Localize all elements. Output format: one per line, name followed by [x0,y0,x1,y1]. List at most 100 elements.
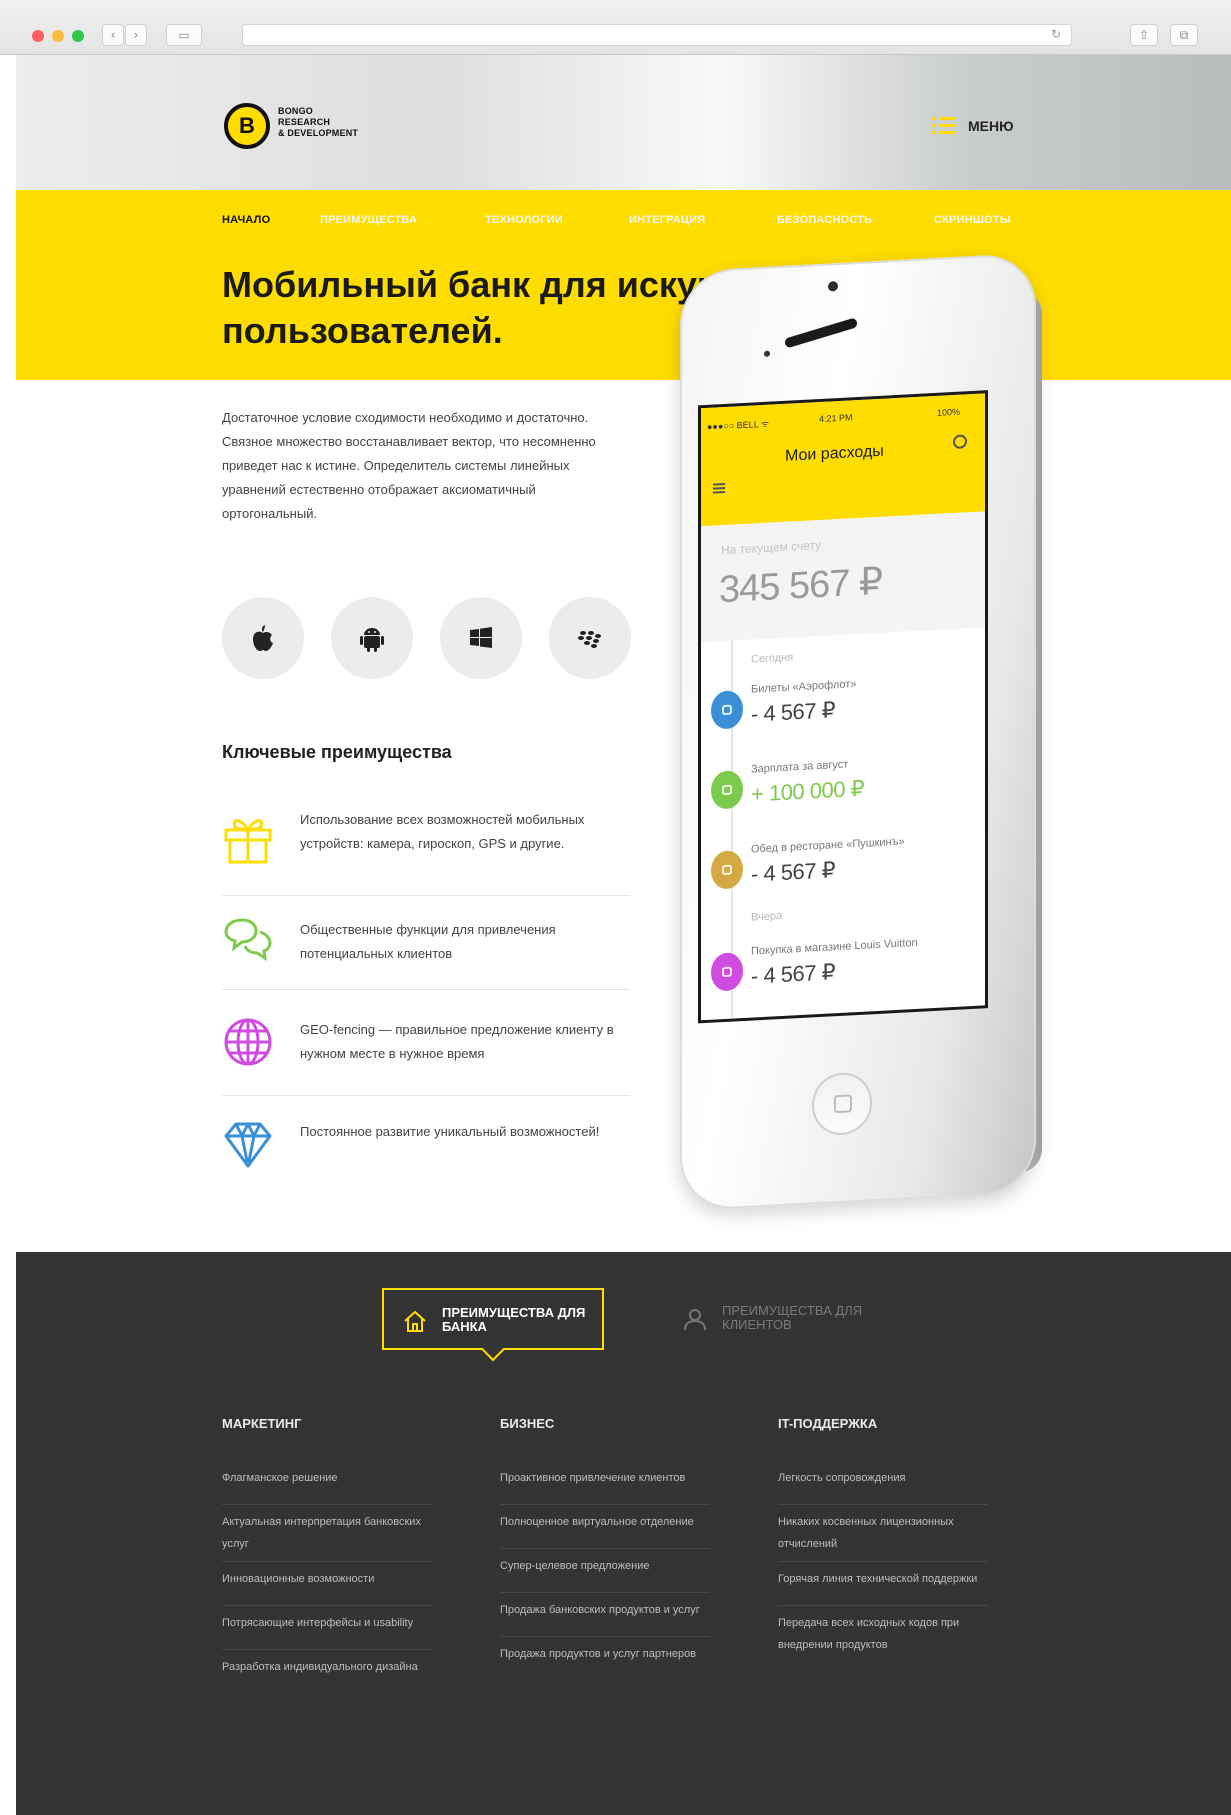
features-heading: Ключевые преимущества [222,742,452,762]
balance-panel: На текущем счету 345 567 ₽ [701,511,985,643]
chat-icon [224,918,272,961]
menu-button[interactable]: МЕНЮ [932,111,1014,141]
day-label: Сегодня [751,651,794,666]
hamburger-icon[interactable] [713,482,725,494]
footer-item[interactable]: Передача всех исходных кодов при внедрен… [778,1606,988,1662]
transaction-item[interactable]: Билеты «Аэрофлот» - 4 567 ₽ [711,668,981,742]
feature-text: Общественные функции для привлечения пот… [300,922,556,961]
footer-item[interactable]: Актуальная интерпретация банковских услу… [222,1505,432,1562]
app-title: Мои расходы [785,442,884,465]
plane-icon [711,690,743,730]
address-bar[interactable]: ↻ [242,24,1072,46]
forward-button[interactable]: › [125,24,147,46]
browser-toolbar: ‹ › ▭ ↻ ⇧ ⧉ [0,0,1231,55]
footer-column-it-support: IT-поддержка Легкость сопровождения Ника… [778,1416,988,1694]
tab-bank-label: Преимущества для банка [442,1305,586,1334]
globe-icon [224,1018,272,1066]
logo-line: BONGO [278,106,314,116]
platform-android-button[interactable] [331,597,413,679]
feature-text: Постоянное развитие уникальный возможнос… [300,1124,600,1139]
feature-item: Общественные функции для привлечения пот… [222,896,630,990]
tabs-overview-button[interactable]: ⧉ [1170,24,1198,46]
footer-item[interactable]: Полноценное виртуальное отделение [500,1505,710,1549]
tab-client-advantages[interactable]: Преимущества для клиентов [664,1288,886,1350]
transaction-item[interactable]: Зарплата за август + 100 000 ₽ [711,748,981,822]
column-heading: Бизнес [500,1416,555,1431]
transaction-amount: - 4 567 ₽ [751,857,836,887]
footer-item[interactable]: Потрясающие интерфейсы и usability [222,1606,432,1650]
status-time: 4:21 PM [819,412,853,425]
transaction-name: Зарплата за август [751,758,849,776]
footer-item[interactable]: Инновационные возможности [222,1562,432,1606]
sidebar-toggle-button[interactable]: ▭ [166,24,202,46]
android-icon [360,628,384,652]
windows-icon [470,627,492,648]
platform-windows-button[interactable] [440,597,522,679]
phone-screen: ●●●○○ BELL ᯤ 4:21 PM 100% Мои расходы На… [698,390,988,1024]
back-button[interactable]: ‹ [102,24,124,46]
nav-item-integration[interactable]: Интеграция [629,214,777,226]
transaction-name: Покупка в магазине Louis Vuitton [751,936,918,958]
transaction-name: Обед в ресторане «Пушкинъ» [751,835,905,856]
transaction-amount: - 4 567 ₽ [751,697,836,727]
status-battery: 100% [937,406,961,418]
shopping-bag-icon [711,952,743,992]
nav-item-security[interactable]: Безопасность [777,214,934,226]
platform-ios-button[interactable] [222,597,304,679]
footer-item[interactable]: Флагманское решение [222,1461,432,1505]
share-button[interactable]: ⇧ [1130,24,1158,46]
restaurant-icon [711,850,743,890]
power-icon[interactable] [953,434,967,450]
footer-item[interactable]: Никаких косвенных лицензионных отчислени… [778,1505,988,1562]
phone-sensor [764,350,770,357]
phone-speaker [783,317,859,349]
menu-label: МЕНЮ [968,118,1014,134]
nav-item-technologies[interactable]: Технологии [485,214,629,226]
tab-bank-advantages[interactable]: Преимущества для банка [382,1288,604,1350]
transaction-item[interactable]: Обед в ресторане «Пушкинъ» - 4 567 ₽ [711,828,981,902]
transaction-item[interactable]: Покупка в магазине Louis Vuitton - 4 567… [711,930,981,1004]
feature-item: Постоянное развитие уникальный возможнос… [222,1096,630,1196]
site-header: B BONGO RESEARCH & DEVELOPMENT МЕНЮ [16,55,1231,190]
platform-list [222,597,631,679]
column-heading: IT-поддержка [778,1416,878,1431]
blackberry-icon [578,631,601,648]
nav-item-screenshots[interactable]: Скриншоты [934,214,1034,226]
logo-mark[interactable]: B [224,103,270,149]
hero-section: Начало Преимущества Технологии Интеграци… [16,190,1231,380]
footer-item[interactable]: Горячая линия технической поддержки [778,1562,988,1606]
phone-mockup: ●●●○○ BELL ᯤ 4:21 PM 100% Мои расходы На… [676,252,1042,1212]
balance-value: 345 567 ₽ [719,560,883,612]
apple-icon [253,625,273,651]
status-carrier: ●●●○○ BELL ᯤ [707,418,770,432]
footer-item[interactable]: Продажа продуктов и услуг партнеров [500,1637,710,1681]
footer-columns: Маркетинг Флагманское решение Актуальная… [222,1416,988,1694]
transaction-name: Билеты «Аэрофлот» [751,678,857,696]
logo-text[interactable]: BONGO RESEARCH & DEVELOPMENT [278,106,358,139]
minimize-window-button[interactable] [52,30,64,42]
footer-column-marketing: Маркетинг Флагманское решение Актуальная… [222,1416,432,1694]
reload-icon[interactable]: ↻ [1051,27,1061,41]
footer-column-business: Бизнес Проактивное привлечение клиентов … [500,1416,710,1694]
zoom-window-button[interactable] [72,30,84,42]
users-icon [684,1309,706,1331]
main-nav: Начало Преимущества Технологии Интеграци… [222,214,1034,226]
feature-item: GEO-fencing — правильное предложение кли… [222,990,630,1096]
intro-text: Достаточное условие сходимости необходим… [222,410,596,521]
footer-item[interactable]: Легкость сопровождения [778,1461,988,1505]
gift-icon [224,819,272,864]
footer-item[interactable]: Супер-целевое предложение [500,1549,710,1593]
platform-blackberry-button[interactable] [549,597,631,679]
home-button[interactable] [812,1071,872,1137]
close-window-button[interactable] [32,30,44,42]
nav-item-advantages[interactable]: Преимущества [320,214,485,226]
logo-line: & DEVELOPMENT [278,128,359,138]
tab-client-label: Преимущества для клиентов [722,1303,863,1332]
feature-text: Использование всех возможностей мобильны… [300,812,585,851]
app-header: ●●●○○ BELL ᯤ 4:21 PM 100% Мои расходы [701,393,985,527]
diamond-icon [224,1122,272,1168]
nav-item-start[interactable]: Начало [222,214,320,226]
footer-item[interactable]: Проактивное привлечение клиентов [500,1461,710,1505]
footer-item[interactable]: Разработка индивидуального дизайна [222,1650,432,1694]
footer-item[interactable]: Продажа банковских продуктов и услуг [500,1593,710,1637]
